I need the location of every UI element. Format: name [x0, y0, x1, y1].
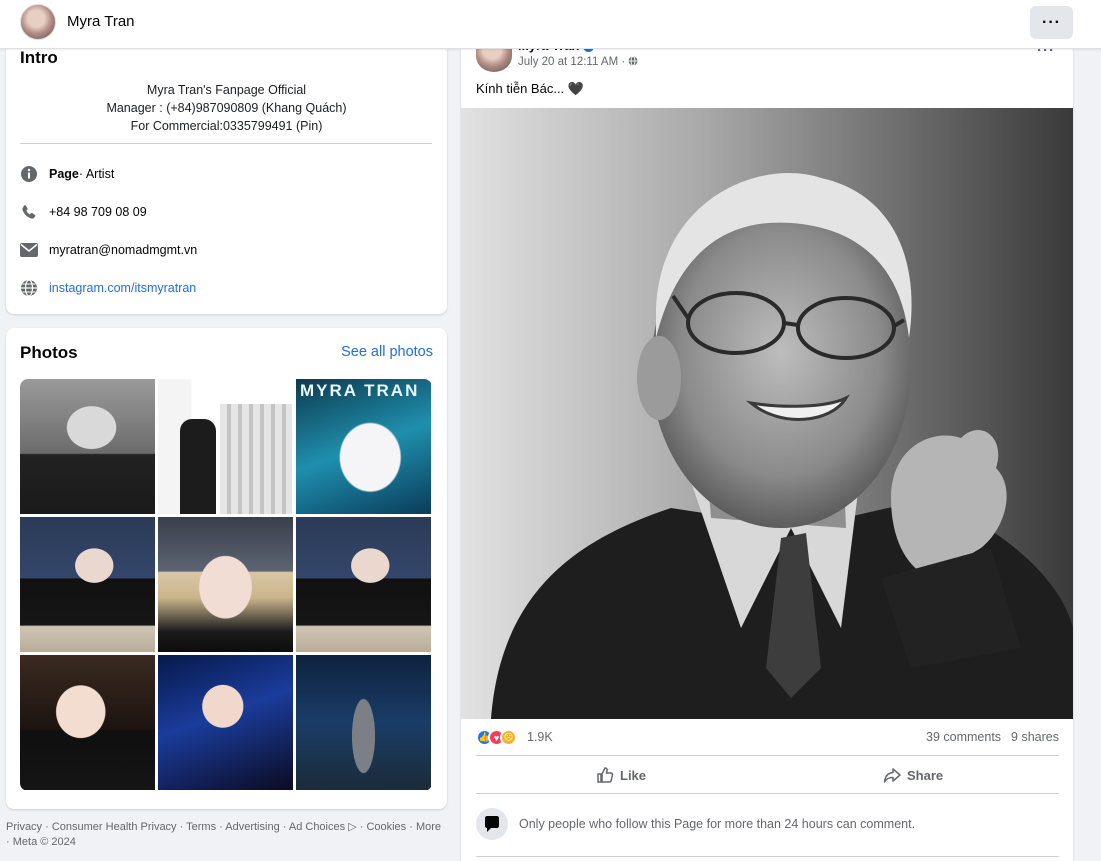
ad-choices-icon: ▷ [348, 821, 357, 833]
footer-link-privacy[interactable]: Privacy [6, 821, 42, 833]
footer-links: Privacy · Consumer Health Privacy · Term… [6, 821, 442, 848]
globe-icon [628, 56, 638, 68]
divider [476, 755, 1059, 756]
photo-thumbnail[interactable] [20, 655, 155, 790]
photos-title: Photos [20, 343, 78, 362]
intro-bio: Myra Tran's Fanpage Official Manager : (… [6, 81, 447, 135]
footer-link-more[interactable]: More [416, 821, 441, 833]
footer-link-cookies[interactable]: Cookies [366, 821, 406, 833]
intro-card: Intro Myra Tran's Fanpage Official Manag… [6, 30, 447, 314]
photo-thumbnail[interactable] [20, 379, 155, 514]
reactions-bar: 👍 ♥ ☹ 1.9K 39 comments 9 shares [476, 728, 1059, 748]
website-row: instagram.com/itsmyratran [20, 278, 196, 298]
share-button[interactable]: Share [883, 763, 943, 787]
intro-title: Intro [20, 48, 58, 67]
globe-icon [20, 279, 38, 297]
post-card: Myra Tran July 20 at 12:11 AM · ··· Kính… [461, 30, 1073, 861]
divider [476, 856, 1059, 857]
footer-link-advertising[interactable]: Advertising [225, 821, 279, 833]
footer-link-consumer-health[interactable]: Consumer Health Privacy [52, 821, 177, 833]
photo-thumbnail[interactable] [20, 517, 155, 652]
top-bar: Myra Tran ··· [0, 0, 1101, 49]
photo-thumbnail[interactable] [158, 379, 293, 514]
phone-row: +84 98 709 08 09 [20, 202, 147, 222]
sad-reaction-icon: ☹ [500, 729, 517, 746]
phone-icon [20, 203, 38, 221]
email-row: myratran@nomadmgmt.vn [20, 240, 197, 260]
post-timestamp[interactable]: July 20 at 12:11 AM [518, 56, 618, 68]
bio-line: For Commercial:0335799491 (Pin) [130, 119, 323, 133]
comments-count[interactable]: 39 comments [926, 730, 1001, 744]
poster-logo-text: MYRA TRAN [300, 381, 420, 400]
page-category: · Artist [78, 167, 115, 181]
copyright: Meta © 2024 [12, 836, 76, 848]
bio-line: Manager : (+84)987090809 (Khang Quách) [106, 101, 347, 115]
envelope-icon [20, 241, 38, 259]
more-horizontal-icon: ··· [1042, 13, 1061, 31]
bio-line: Myra Tran's Fanpage Official [146, 83, 307, 97]
page-name[interactable]: Myra Tran [67, 13, 135, 30]
photo-grid: MYRA TRAN [20, 379, 432, 791]
post-photo[interactable] [461, 108, 1073, 719]
more-options-button[interactable]: ··· [1030, 6, 1073, 39]
photo-thumbnail[interactable] [296, 517, 431, 652]
footer-link-terms[interactable]: Terms [186, 821, 216, 833]
portrait-illustration [461, 108, 1073, 719]
page-label: Page [49, 167, 79, 181]
page-category-row: Page · Artist [20, 164, 114, 184]
reaction-count[interactable]: 1.9K [527, 730, 553, 744]
comment-notice-text: Only people who follow this Page for mor… [519, 817, 916, 831]
thumbs-up-icon [597, 767, 614, 783]
comment-bubble-icon [476, 808, 508, 840]
like-button[interactable]: Like [596, 763, 646, 787]
photo-thumbnail[interactable] [158, 517, 293, 652]
engagement-counts: 39 comments 9 shares [926, 730, 1059, 744]
page-avatar[interactable] [20, 4, 56, 40]
divider [476, 793, 1059, 794]
post-meta: July 20 at 12:11 AM · [518, 56, 638, 68]
post-caption: Kính tiễn Bác... 🖤 [476, 81, 584, 96]
reaction-icons[interactable]: 👍 ♥ ☹ [476, 729, 517, 747]
phone-number[interactable]: +84 98 709 08 09 [49, 205, 147, 219]
website-link[interactable]: instagram.com/itsmyratran [49, 281, 196, 295]
photo-thumbnail[interactable]: MYRA TRAN [296, 379, 431, 514]
comment-restriction-notice: Only people who follow this Page for mor… [476, 808, 915, 840]
intro-divider [20, 143, 432, 144]
share-arrow-icon [883, 768, 901, 783]
footer-link-ad-choices[interactable]: Ad Choices [289, 821, 345, 833]
email-address[interactable]: myratran@nomadmgmt.vn [49, 243, 197, 257]
photo-thumbnail[interactable] [158, 655, 293, 790]
photo-thumbnail[interactable] [296, 655, 431, 790]
photos-card: Photos See all photos MYRA TRAN [6, 328, 447, 809]
see-all-photos-link[interactable]: See all photos [341, 344, 433, 360]
info-icon [20, 165, 38, 183]
shares-count[interactable]: 9 shares [1011, 730, 1059, 744]
